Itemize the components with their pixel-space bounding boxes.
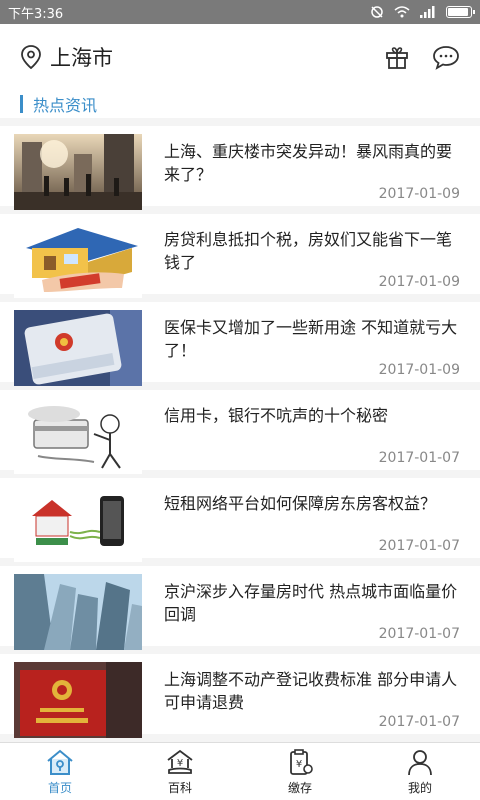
- app-header: 上海市: [0, 24, 480, 90]
- tab-deposit[interactable]: ¥ 缴存: [240, 743, 360, 800]
- news-date: 2017-01-07: [378, 450, 460, 466]
- news-title: 上海调整不动产登记收费标准 部分申请人可申请退费: [164, 670, 458, 712]
- news-date: 2017-01-07: [378, 538, 460, 554]
- alarm-off-icon: [371, 6, 383, 18]
- section-accent-bar: [20, 95, 23, 113]
- news-item[interactable]: 信用卡，银行不吭声的十个秘密 2017-01-07: [0, 390, 480, 474]
- news-date: 2017-01-09: [378, 274, 460, 290]
- news-list[interactable]: 上海、重庆楼市突发异动！暴风雨真的要来了？ 2017-01-09 房贷利息抵扣个…: [0, 118, 480, 742]
- profile-icon: [408, 749, 432, 775]
- news-thumbnail-city-crowd: [14, 134, 142, 210]
- gift-icon[interactable]: [384, 44, 410, 70]
- news-item[interactable]: 上海调整不动产登记收费标准 部分申请人可申请退费 2017-01-07: [0, 654, 480, 738]
- location-pin-icon: [21, 45, 41, 70]
- news-title: 上海、重庆楼市突发异动！暴风雨真的要来了？: [164, 142, 453, 184]
- section-header: 热点资讯: [0, 90, 480, 118]
- news-thumbnail-house-money: [14, 222, 142, 298]
- tab-profile[interactable]: 我的: [360, 743, 480, 800]
- news-item[interactable]: 上海、重庆楼市突发异动！暴风雨真的要来了？ 2017-01-09: [0, 126, 480, 210]
- news-thumbnail-house-phone: [14, 486, 142, 562]
- news-title: 房贷利息抵扣个税，房奴们又能省下一笔钱了: [164, 230, 453, 272]
- news-item[interactable]: 京沪深步入存量房时代 热点城市面临量价回调 2017-01-07: [0, 566, 480, 650]
- news-title: 短租网络平台如何保障房东房客权益？: [164, 494, 437, 513]
- city-selector[interactable]: 上海市: [20, 42, 113, 72]
- bottom-tab-bar: 首页 ¥ 百科 ¥ 缴存 我的: [0, 742, 480, 800]
- news-title: 京沪深步入存量房时代 热点城市面临量价回调: [164, 582, 458, 624]
- encyclopedia-icon: ¥: [167, 749, 193, 774]
- battery-icon: [446, 6, 475, 18]
- home-icon: [47, 749, 73, 775]
- tab-label: 首页: [47, 780, 72, 795]
- news-thumbnail-skyscrapers: [14, 574, 142, 650]
- message-icon[interactable]: [432, 44, 460, 70]
- section-title: 热点资讯: [33, 96, 98, 115]
- tab-label: 我的: [407, 780, 432, 795]
- news-title: 信用卡，银行不吭声的十个秘密: [164, 406, 389, 425]
- tab-home[interactable]: 首页: [0, 743, 120, 800]
- news-item[interactable]: 房贷利息抵扣个税，房奴们又能省下一笔钱了 2017-01-09: [0, 214, 480, 298]
- news-thumbnail-medical-card: [14, 310, 142, 386]
- news-item[interactable]: 短租网络平台如何保障房东房客权益？ 2017-01-07: [0, 478, 480, 562]
- wifi-icon: [394, 6, 410, 18]
- news-date: 2017-01-07: [378, 626, 460, 642]
- city-name: 上海市: [50, 46, 113, 70]
- tab-label: 百科: [167, 780, 192, 795]
- tab-encyclopedia[interactable]: ¥ 百科: [120, 743, 240, 800]
- news-date: 2017-01-09: [378, 186, 460, 202]
- svg-text:¥: ¥: [296, 759, 302, 770]
- status-bar: 下午3:36: [0, 0, 480, 24]
- news-date: 2017-01-09: [378, 362, 460, 378]
- tab-label: 缴存: [287, 780, 312, 795]
- news-date: 2017-01-07: [378, 714, 460, 730]
- news-thumbnail-credit-card-cartoon: [14, 398, 142, 474]
- news-thumbnail-property-certificate: [14, 662, 142, 738]
- news-item[interactable]: 医保卡又增加了一些新用途 不知道就亏大了！ 2017-01-09: [0, 302, 480, 386]
- status-icons: [370, 5, 475, 19]
- news-title: 医保卡又增加了一些新用途 不知道就亏大了！: [164, 318, 458, 360]
- status-time: 下午3:36: [8, 6, 64, 22]
- svg-text:¥: ¥: [177, 758, 183, 769]
- signal-icon: [420, 6, 435, 18]
- deposit-icon: ¥: [290, 748, 313, 775]
